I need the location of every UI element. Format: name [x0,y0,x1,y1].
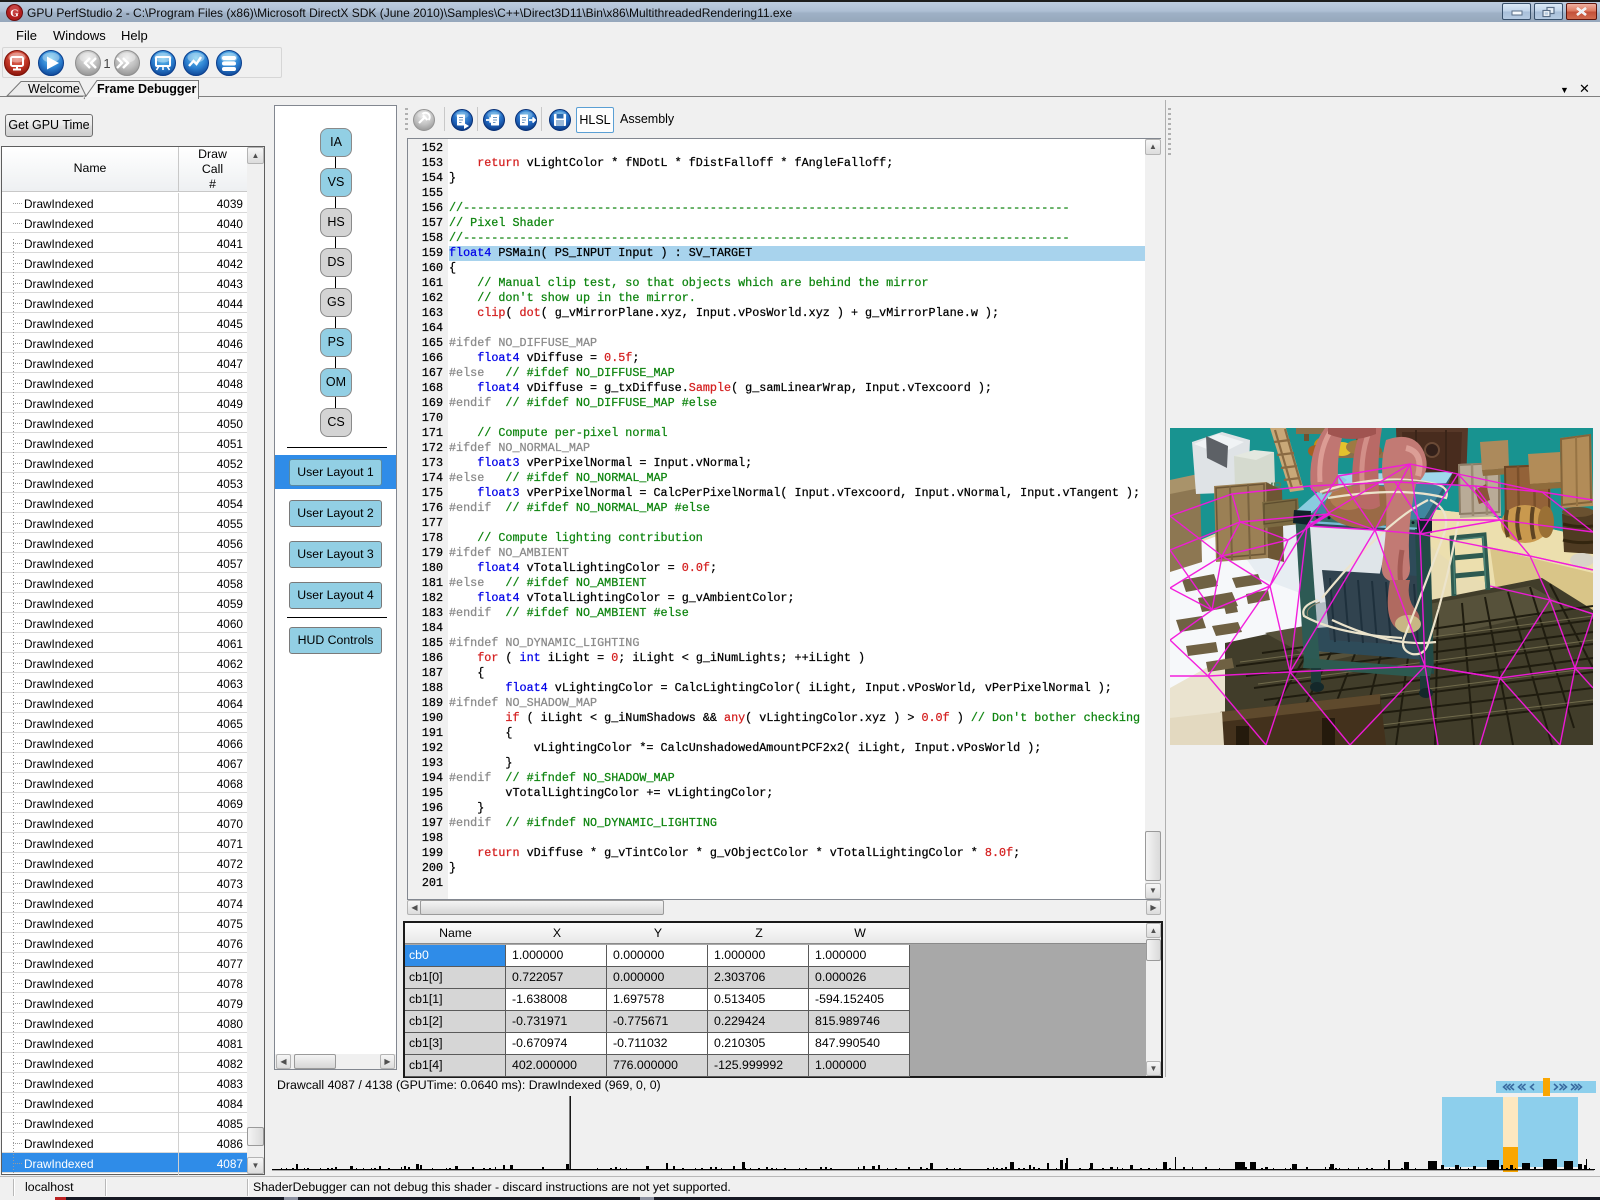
svg-text:1: 1 [103,56,110,71]
svg-text:G: G [10,8,19,20]
